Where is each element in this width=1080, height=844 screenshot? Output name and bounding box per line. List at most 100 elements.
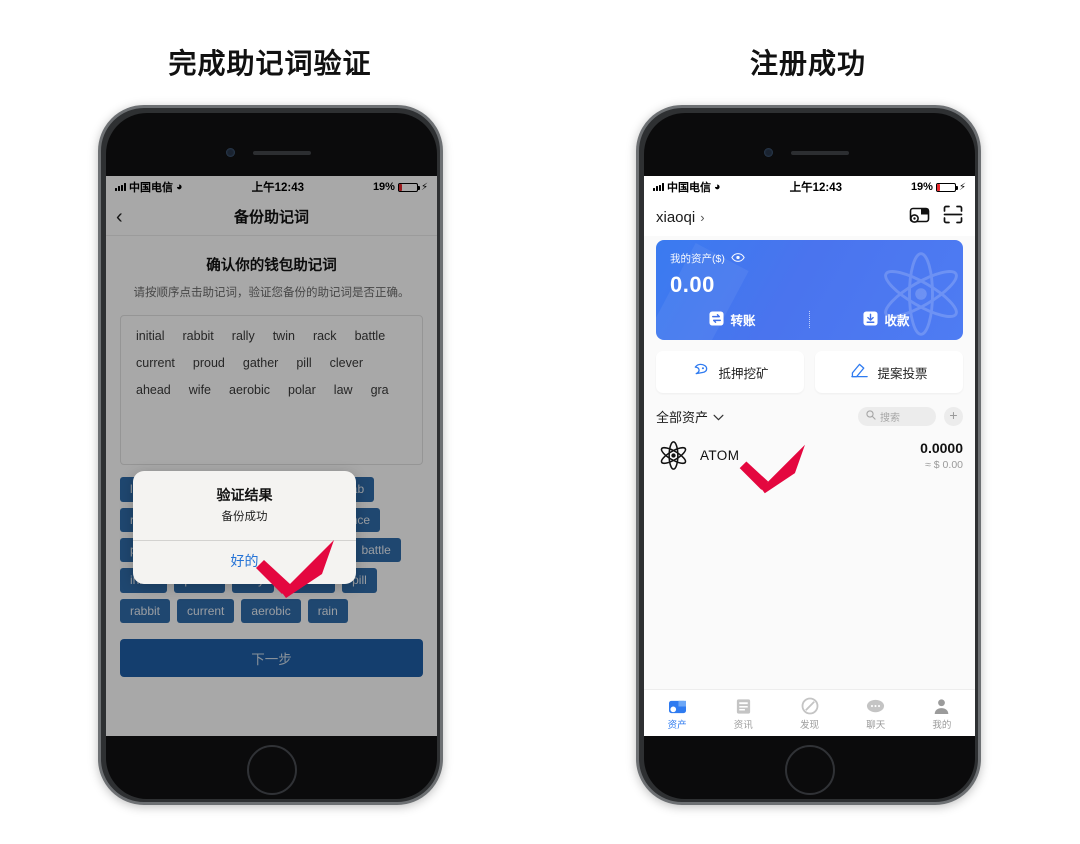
- receive-button[interactable]: 收款: [810, 310, 963, 329]
- selected-word[interactable]: clever: [321, 351, 372, 376]
- asset-filter-dropdown[interactable]: 全部资产: [656, 407, 724, 426]
- person-icon: [933, 696, 950, 715]
- alert-message: 备份成功: [221, 511, 268, 523]
- search-input[interactable]: 搜索: [858, 407, 936, 426]
- home-button-left[interactable]: [246, 745, 297, 795]
- backup-content: 确认你的钱包助记词 请按顺序点击助记词，验证您备份的助记词是否正确。 initi…: [106, 236, 437, 466]
- alert-title: 验证结果: [216, 487, 273, 503]
- selected-word[interactable]: gather: [234, 351, 287, 376]
- selected-word[interactable]: rally: [223, 324, 264, 349]
- next-button[interactable]: 下一步: [120, 639, 423, 678]
- asset-list-header: 全部资产 搜索 +: [644, 393, 975, 426]
- status-left-group: 中国电信 ◕: [115, 179, 183, 195]
- vote-label: 提案投票: [877, 366, 928, 381]
- nav-bar-backup: ‹ 备份助记词: [106, 198, 437, 236]
- backup-heading: 确认你的钱包助记词: [206, 258, 337, 274]
- caption-left: 完成助记词验证: [168, 48, 372, 79]
- selected-word[interactable]: wife: [180, 378, 220, 403]
- compass-icon: [801, 696, 819, 715]
- receive-label: 收款: [884, 314, 910, 328]
- alert-confirm-button[interactable]: 好的: [133, 541, 356, 584]
- tab-label: 发现: [800, 719, 820, 731]
- selected-word[interactable]: rabbit: [174, 324, 223, 349]
- backup-page: 中国电信 ◕ 上午12:43 19% ⚡ ‹ 备份助记词 确认你的钱包助记词 请…: [106, 176, 437, 736]
- wallet-add-icon[interactable]: [909, 206, 930, 229]
- asset-row-atom[interactable]: ATOM 0.0000 ≈ $ 0.00: [644, 426, 975, 484]
- selected-word[interactable]: ahead: [127, 378, 180, 403]
- tab-label: 聊天: [866, 719, 886, 731]
- selected-word[interactable]: gra: [362, 378, 398, 403]
- selected-words-box[interactable]: initial rabbit rally twin rack battle current p…: [120, 315, 423, 466]
- battery-percent: 19%: [910, 181, 933, 193]
- tab-discover[interactable]: 发现: [776, 696, 842, 731]
- tab-news[interactable]: 资讯: [710, 696, 776, 731]
- signal-bars-icon: [653, 183, 664, 191]
- quick-actions-row: 抵押挖矿 提案投票: [644, 340, 975, 393]
- selected-word[interactable]: proud: [184, 351, 234, 376]
- carrier-label: 中国电信: [129, 182, 173, 194]
- phone-mockup-left: 中国电信 ◕ 上午12:43 19% ⚡ ‹ 备份助记词 确认你的钱包助记词 请…: [98, 105, 443, 805]
- selected-word[interactable]: polar: [279, 378, 325, 403]
- selected-word[interactable]: rack: [304, 324, 346, 349]
- tab-label: 我的: [932, 719, 952, 731]
- word-chip[interactable]: rabbit: [120, 598, 171, 624]
- list-empty-space: [644, 484, 975, 689]
- selected-word[interactable]: initial: [127, 324, 174, 349]
- page-title: 备份助记词: [233, 209, 309, 226]
- chat-icon: [866, 696, 885, 715]
- verification-alert-dialog: 验证结果 备份成功 好的: [133, 471, 356, 584]
- tab-chat[interactable]: 聊天: [843, 696, 909, 731]
- word-chip[interactable]: battle: [351, 538, 401, 563]
- asset-balance-card[interactable]: 我的资产($) 0.00 转账 收款: [656, 240, 963, 340]
- page-root: 完成助记词验证 注册成功 中国电信 ◕ 上午12:43 19% ⚡ ‹ 备份助记…: [0, 0, 1080, 844]
- phone-mockup-right: 中国电信 ◕ 上午12:43 19% ⚡ xiaoqi › 我的资产($) 0.…: [636, 105, 981, 805]
- selected-word[interactable]: current: [127, 351, 184, 376]
- status-time: 上午12:43: [251, 182, 304, 194]
- asset-card-label: 我的资产($): [670, 253, 725, 265]
- news-icon: [735, 696, 752, 715]
- receive-icon: [863, 310, 879, 329]
- asset-list-tools: 搜索 +: [858, 407, 963, 426]
- vote-icon: [850, 362, 869, 382]
- selected-word[interactable]: battle: [346, 324, 395, 349]
- plus-icon[interactable]: +: [944, 407, 963, 426]
- screen-wallet-home: 中国电信 ◕ 上午12:43 19% ⚡ xiaoqi › 我的资产($) 0.…: [644, 176, 975, 736]
- wallet-account-selector[interactable]: xiaoqi ›: [656, 209, 705, 226]
- earpiece-speaker: [253, 151, 311, 155]
- status-time: 上午12:43: [789, 182, 842, 194]
- selected-word[interactable]: twin: [264, 324, 304, 349]
- atom-coin-icon: [656, 438, 690, 472]
- front-camera-icon: [764, 148, 773, 157]
- chevron-right-icon: ›: [700, 209, 705, 225]
- word-chip[interactable]: rain: [307, 598, 348, 624]
- battery-icon: [397, 182, 420, 192]
- selected-word[interactable]: pill: [287, 351, 320, 376]
- wallet-header: xiaoqi ›: [644, 198, 975, 236]
- status-bar-right: 中国电信 ◕ 上午12:43 19% ⚡: [644, 176, 975, 198]
- transfer-button[interactable]: 转账: [656, 310, 809, 329]
- staking-button[interactable]: 抵押挖矿: [656, 351, 804, 393]
- home-button-right[interactable]: [784, 745, 835, 795]
- battery-icon: [935, 182, 958, 192]
- asset-name: ATOM: [700, 447, 740, 463]
- tab-label: 资产: [667, 719, 687, 731]
- tab-assets[interactable]: 资产: [644, 696, 710, 731]
- wallet-icon: [668, 696, 687, 715]
- word-chip[interactable]: aerobic: [241, 598, 301, 624]
- vote-button[interactable]: 提案投票: [815, 351, 963, 393]
- tab-label: 资讯: [733, 719, 753, 731]
- status-left-group: 中国电信 ◕: [653, 179, 721, 195]
- word-chip[interactable]: current: [177, 598, 235, 624]
- asset-card-label-row: 我的资产($): [670, 251, 949, 266]
- lightning-bolt-icon: ⚡: [420, 181, 428, 193]
- wallet-header-icons: [909, 205, 963, 229]
- selected-word[interactable]: aerobic: [220, 378, 279, 403]
- tab-mine[interactable]: 我的: [909, 696, 975, 731]
- asset-amount: 0.0000: [920, 439, 963, 456]
- phone-body-left: 中国电信 ◕ 上午12:43 19% ⚡ ‹ 备份助记词 确认你的钱包助记词 请…: [106, 113, 437, 799]
- scan-qr-icon[interactable]: [943, 205, 963, 229]
- battery-percent: 19%: [372, 181, 395, 193]
- lightning-bolt-icon: ⚡: [958, 181, 966, 193]
- selected-word[interactable]: law: [325, 378, 362, 403]
- eye-icon[interactable]: [731, 252, 745, 265]
